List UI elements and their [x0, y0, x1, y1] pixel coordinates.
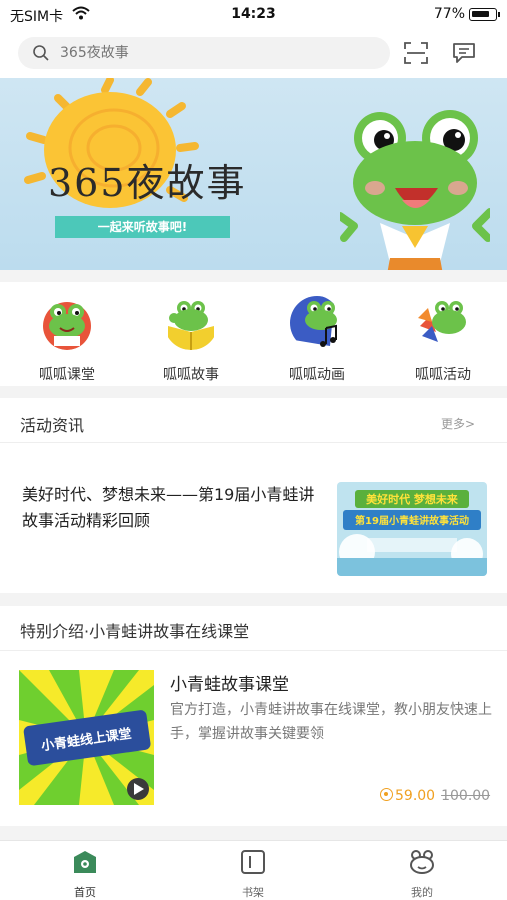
- category-classroom[interactable]: 呱呱课堂: [22, 296, 112, 384]
- category-label: 呱呱活动: [415, 367, 471, 383]
- category-label: 呱呱课堂: [39, 367, 95, 383]
- divider: [0, 442, 507, 443]
- tab-bookshelf[interactable]: 书架: [213, 849, 293, 900]
- current-price: 59.00: [395, 788, 436, 804]
- category-grid: 呱呱课堂 呱呱故事 呱呱动画 呱呱活动: [0, 282, 507, 386]
- promo-banner[interactable]: 365夜故事 一起来听故事吧!: [0, 78, 507, 270]
- section-title: 活动资讯: [20, 416, 85, 435]
- course-thumbnail[interactable]: 小青蛙线上课堂: [19, 670, 154, 805]
- category-story[interactable]: 呱呱故事: [146, 296, 236, 384]
- category-label: 呱呱动画: [289, 367, 345, 383]
- top-header: [0, 30, 507, 78]
- original-price: 100.00: [441, 788, 491, 804]
- tab-profile[interactable]: 我的: [382, 849, 462, 900]
- tab-label: 我的: [411, 886, 433, 899]
- frog-animation-icon: [287, 295, 337, 347]
- home-icon: [74, 851, 96, 873]
- clock: 14:23: [231, 6, 276, 22]
- news-thumbnail[interactable]: 美好时代 梦想未来 第19届小青蛙讲故事活动: [337, 482, 487, 576]
- category-animation[interactable]: 呱呱动画: [272, 295, 362, 384]
- frog-classroom-icon: [43, 302, 91, 350]
- thumb-text-top: 美好时代 梦想未来: [366, 492, 459, 506]
- bookshelf-icon: [241, 850, 265, 874]
- tab-home[interactable]: 首页: [45, 849, 125, 900]
- frog-story-icon: [168, 301, 214, 350]
- thumb-text-bottom: 第19届小青蛙讲故事活动: [355, 514, 469, 527]
- category-label: 呱呱故事: [163, 367, 219, 383]
- battery-percent: 77%: [433, 6, 465, 22]
- battery-icon: [469, 8, 500, 21]
- category-activity[interactable]: 呱呱活动: [398, 296, 488, 384]
- news-section: 活动资讯 更多> 美好时代、梦想未来——第19届小青蛙讲故事活动精彩回顾 美好时…: [0, 398, 507, 593]
- divider: [0, 650, 507, 651]
- section-title: 特别介绍·小青蛙讲故事在线课堂: [20, 622, 250, 641]
- search-icon: [33, 45, 49, 61]
- news-thumbnail-image: 美好时代 梦想未来 第19届小青蛙讲故事活动: [337, 482, 487, 576]
- tab-label: 书架: [242, 886, 264, 899]
- coin-icon: [380, 788, 393, 801]
- course-title[interactable]: 小青蛙故事课堂: [170, 670, 289, 695]
- search-input[interactable]: [60, 41, 380, 65]
- banner-title: 365夜故事: [48, 161, 247, 205]
- course-description: 官方打造，小青蛙讲故事在线课堂，教小朋友快速上手，掌握讲故事关键要领: [170, 702, 492, 742]
- price-block: 59.00 100.00: [380, 788, 490, 804]
- bottom-tab-bar: 首页 书架 我的: [0, 840, 507, 900]
- frog-activity-icon: [418, 301, 466, 346]
- more-link[interactable]: 更多>: [441, 415, 475, 432]
- frog-mascot: [340, 110, 490, 270]
- course-thumbnail-image: 小青蛙线上课堂: [19, 670, 154, 805]
- course-section: 特别介绍·小青蛙讲故事在线课堂 小青蛙线上课堂 小青蛙故事课堂 官方打造，小青蛙…: [0, 606, 507, 826]
- search-bar[interactable]: [18, 37, 390, 69]
- status-bar: 无SIM卡 14:23 77%: [0, 0, 507, 30]
- banner-subtitle: 一起来听故事吧!: [55, 216, 230, 238]
- scan-icon[interactable]: [404, 42, 428, 64]
- message-icon[interactable]: [452, 42, 476, 64]
- profile-icon: [410, 850, 434, 874]
- news-item-title[interactable]: 美好时代、梦想未来——第19届小青蛙讲故事活动精彩回顾: [22, 482, 322, 534]
- tab-label: 首页: [74, 886, 96, 899]
